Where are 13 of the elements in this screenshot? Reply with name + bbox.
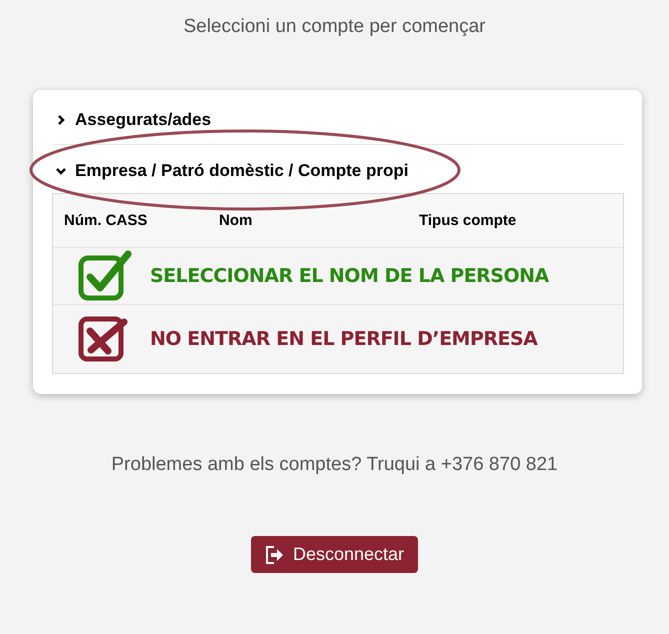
logout-icon (264, 544, 285, 564)
column-header: Nom (219, 212, 254, 229)
column-header: Núm. CASS (64, 212, 148, 229)
help-text: Problemes amb els comptes? Truqui a +376 870 821 (110, 454, 559, 476)
chevron-right-icon (55, 114, 67, 126)
instruction-text: NO ENTRAR EN EL PERFIL D’EMPRESA (150, 328, 538, 350)
page-heading: Seleccioni un compte per començar (182, 15, 487, 38)
checkbox-tick-icon (78, 250, 132, 302)
accordion-header[interactable]: Assegurats/ades (52, 102, 214, 140)
logout-button[interactable]: Desconnectar (250, 536, 418, 573)
instruction-text: SELECCIONAR EL NOM DE LA PERSONA (150, 265, 549, 287)
column-header: Tipus compte (419, 212, 518, 229)
chevron-down-icon (55, 165, 67, 177)
